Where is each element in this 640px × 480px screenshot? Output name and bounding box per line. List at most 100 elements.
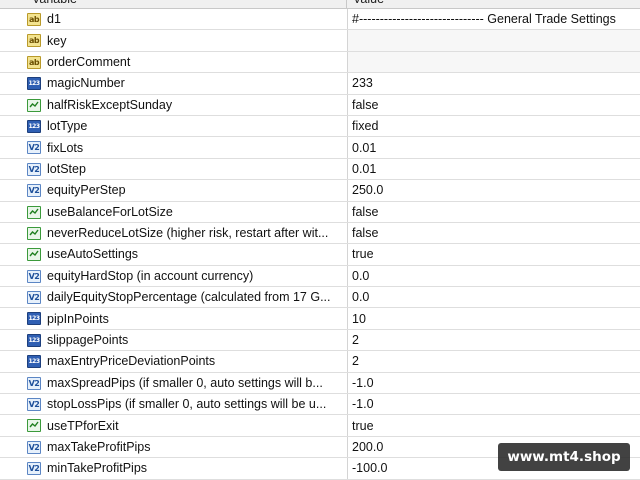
value-cell[interactable]: 233 bbox=[348, 73, 640, 93]
variable-cell[interactable]: ab key bbox=[0, 30, 348, 51]
integer-type-icon: 123 bbox=[27, 355, 41, 369]
column-header-variable[interactable]: Variable bbox=[0, 0, 347, 8]
variable-cell[interactable]: V2 fixLots bbox=[0, 137, 348, 158]
variable-cell[interactable]: 123 magicNumber bbox=[0, 73, 348, 94]
variable-name: fixLots bbox=[47, 140, 84, 155]
input-row[interactable]: ab orderComment bbox=[0, 51, 640, 74]
variable-cell[interactable]: V2 stopLossPips (if smaller 0, auto setti… bbox=[0, 394, 348, 415]
input-row[interactable]: 123 pipInPoints 10 bbox=[0, 308, 640, 330]
boolean-type-icon bbox=[27, 205, 41, 219]
variable-cell[interactable]: 123 slippagePoints bbox=[0, 329, 348, 351]
value-cell[interactable]: 0.01 bbox=[348, 137, 640, 157]
variable-cell[interactable]: ab d1 bbox=[0, 9, 348, 30]
boolean-type-icon bbox=[27, 419, 41, 433]
variable-cell[interactable]: V2 maxSpreadPips (if smaller 0, auto sett… bbox=[0, 372, 348, 394]
string-type-icon: ab bbox=[27, 13, 41, 26]
input-row[interactable]: V2 lotStep 0.01 bbox=[0, 158, 640, 181]
value-cell[interactable]: false bbox=[348, 202, 640, 222]
value-cell[interactable]: 250.0 bbox=[348, 180, 640, 200]
input-row[interactable]: V2 dailyEquityStopPercentage (calculated … bbox=[0, 287, 640, 309]
variable-name: equityPerStep bbox=[47, 183, 126, 198]
inputs-grid: Variable Value ab d1 #--------------------… bbox=[0, 0, 640, 480]
watermark: www.mt4.shop bbox=[498, 443, 630, 471]
double-type-icon: V2 bbox=[27, 291, 41, 305]
variable-name: maxSpreadPips (if smaller 0, auto settin… bbox=[47, 375, 323, 390]
variable-name: pipInPoints bbox=[47, 311, 109, 326]
variable-name: key bbox=[47, 33, 67, 48]
input-row[interactable]: V2 fixLots 0.01 bbox=[0, 137, 640, 159]
input-row[interactable]: halfRiskExceptSunday false bbox=[0, 94, 640, 116]
double-type-icon: V2 bbox=[27, 376, 41, 390]
variable-name: lotStep bbox=[47, 161, 86, 176]
variable-cell[interactable]: useAutoSettings bbox=[0, 244, 348, 265]
variable-cell[interactable]: V2 maxTakeProfitPips bbox=[0, 436, 348, 458]
value-cell[interactable]: false bbox=[348, 223, 640, 243]
string-type-icon: ab bbox=[27, 34, 41, 48]
value-cell[interactable]: 0.01 bbox=[348, 159, 640, 179]
input-row[interactable]: V2 maxSpreadPips (if smaller 0, auto sett… bbox=[0, 372, 640, 395]
variable-cell[interactable]: 123 pipInPoints bbox=[0, 308, 348, 329]
integer-type-icon: 123 bbox=[27, 119, 41, 133]
variable-cell[interactable]: V2 dailyEquityStopPercentage (calculated … bbox=[0, 287, 348, 308]
string-type-icon: ab bbox=[27, 55, 41, 69]
variable-cell[interactable]: V2 equityPerStep bbox=[0, 180, 348, 201]
double-type-icon: V2 bbox=[27, 141, 41, 155]
input-row[interactable]: V2 stopLossPips (if smaller 0, auto setti… bbox=[0, 394, 640, 416]
variable-name: maxTakeProfitPips bbox=[47, 440, 151, 454]
variable-cell[interactable]: V2 equityHardStop (in account currency) bbox=[0, 265, 348, 287]
column-header-value[interactable]: Value bbox=[347, 0, 640, 8]
variable-name: d1 bbox=[47, 12, 61, 27]
value-cell[interactable]: 0.0 bbox=[348, 287, 640, 307]
variable-name: minTakeProfitPips bbox=[47, 461, 148, 476]
value-cell[interactable] bbox=[348, 30, 640, 51]
double-type-icon: V2 bbox=[27, 162, 41, 176]
variable-name: slippagePoints bbox=[47, 333, 129, 348]
double-type-icon: V2 bbox=[27, 184, 41, 198]
input-row[interactable]: useAutoSettings true bbox=[0, 244, 640, 266]
input-row[interactable]: 123 magicNumber 233 bbox=[0, 73, 640, 95]
variable-name: equityHardStop (in account currency) bbox=[47, 268, 254, 283]
input-row[interactable]: V2 equityHardStop (in account currency) 0.… bbox=[0, 265, 640, 288]
variable-cell[interactable]: useTPforExit bbox=[0, 415, 348, 436]
double-type-icon: V2 bbox=[27, 398, 41, 412]
value-cell[interactable]: -1.0 bbox=[348, 373, 640, 393]
value-cell[interactable]: 10 bbox=[348, 308, 640, 328]
value-cell[interactable]: #------------------------------ General … bbox=[348, 9, 640, 29]
variable-cell[interactable]: V2 minTakeProfitPips bbox=[0, 458, 348, 479]
double-type-icon: V2 bbox=[27, 462, 41, 476]
input-row[interactable]: ab d1 #------------------------------ Gene… bbox=[0, 9, 640, 31]
boolean-type-icon bbox=[27, 226, 41, 240]
input-row[interactable]: ab key bbox=[0, 30, 640, 52]
value-cell[interactable]: 2 bbox=[348, 330, 640, 350]
input-row[interactable]: 123 maxEntryPriceDeviationPoints 2 bbox=[0, 351, 640, 373]
input-rows: ab d1 #------------------------------ Gene… bbox=[0, 9, 640, 480]
variable-cell[interactable]: 123 lotType bbox=[0, 115, 348, 137]
value-cell[interactable]: true bbox=[348, 244, 640, 264]
value-cell[interactable]: true bbox=[348, 415, 640, 435]
variable-cell[interactable]: useBalanceForLotSize bbox=[0, 201, 348, 222]
variable-cell[interactable]: ab orderComment bbox=[0, 51, 348, 73]
value-cell[interactable]: 2 bbox=[348, 351, 640, 371]
input-row[interactable]: 123 slippagePoints 2 bbox=[0, 329, 640, 352]
variable-cell[interactable]: halfRiskExceptSunday bbox=[0, 94, 348, 115]
value-cell[interactable]: fixed bbox=[348, 116, 640, 136]
input-row[interactable]: useTPforExit true bbox=[0, 415, 640, 437]
variable-name: useTPforExit bbox=[47, 418, 119, 433]
variable-cell[interactable]: 123 maxEntryPriceDeviationPoints bbox=[0, 351, 348, 372]
integer-type-icon: 123 bbox=[27, 312, 41, 326]
value-cell[interactable]: false bbox=[348, 95, 640, 115]
variable-name: lotType bbox=[47, 119, 88, 134]
variable-name: orderComment bbox=[47, 54, 131, 69]
input-row[interactable]: useBalanceForLotSize false bbox=[0, 201, 640, 223]
input-row[interactable]: neverReduceLotSize (higher risk, restart… bbox=[0, 222, 640, 245]
value-cell[interactable]: -1.0 bbox=[348, 394, 640, 414]
variable-cell[interactable]: V2 lotStep bbox=[0, 158, 348, 180]
variable-name: useAutoSettings bbox=[47, 247, 139, 262]
input-row[interactable]: V2 equityPerStep 250.0 bbox=[0, 180, 640, 202]
input-row[interactable]: 123 lotType fixed bbox=[0, 115, 640, 138]
value-cell[interactable] bbox=[348, 51, 640, 73]
value-cell[interactable]: 0.0 bbox=[348, 266, 640, 286]
variable-name: neverReduceLotSize (higher risk, restart… bbox=[47, 226, 329, 241]
integer-type-icon: 123 bbox=[27, 333, 41, 347]
variable-cell[interactable]: neverReduceLotSize (higher risk, restart… bbox=[0, 222, 348, 244]
